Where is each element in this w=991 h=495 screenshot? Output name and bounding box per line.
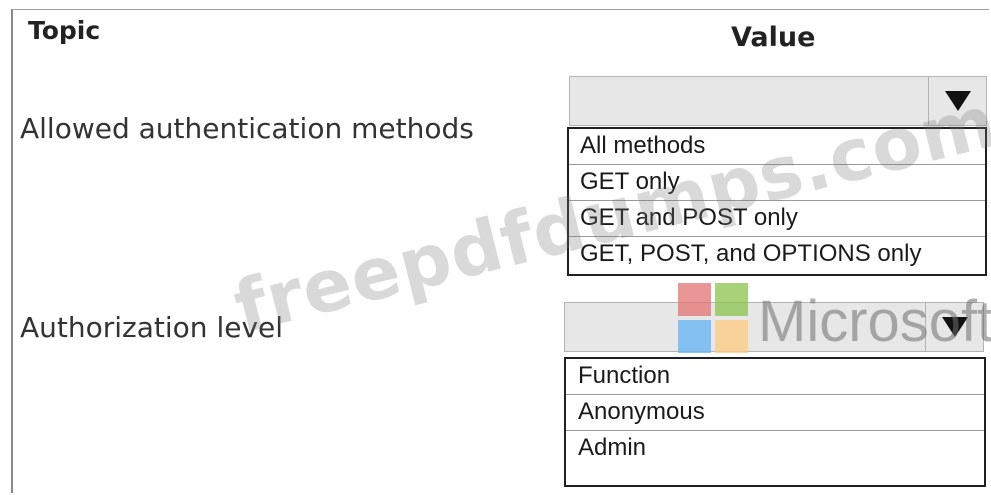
- authentication-methods-dropdown-button[interactable]: [928, 77, 986, 125]
- logo-blue-square: [678, 320, 711, 353]
- authentication-methods-select[interactable]: [569, 76, 987, 126]
- option-get-only[interactable]: GET only: [569, 165, 985, 201]
- logo-green-square: [715, 283, 748, 316]
- option-function[interactable]: Function: [566, 359, 984, 395]
- option-anonymous[interactable]: Anonymous: [566, 395, 984, 431]
- topic-column-header: Topic: [28, 16, 101, 45]
- authorization-level-label: Authorization level: [20, 311, 284, 344]
- option-get-post-options-only[interactable]: GET, POST, and OPTIONS only: [569, 237, 985, 273]
- authorization-level-select[interactable]: [564, 302, 984, 352]
- logo-yellow-square: [715, 320, 748, 353]
- logo-red-square: [678, 283, 711, 316]
- option-get-and-post-only[interactable]: GET and POST only: [569, 201, 985, 237]
- triangle-down-icon: [941, 317, 968, 337]
- authorization-level-dropdown-button[interactable]: [925, 303, 983, 351]
- value-column-header: Value: [731, 22, 816, 53]
- triangle-down-icon: [944, 91, 971, 111]
- authentication-methods-label: Allowed authentication methods: [20, 112, 474, 145]
- microsoft-logo-icon: [678, 283, 748, 353]
- authentication-methods-options-list: All methods GET only GET and POST only G…: [567, 127, 987, 276]
- option-all-methods[interactable]: All methods: [569, 129, 985, 165]
- option-admin[interactable]: Admin: [566, 431, 984, 467]
- authorization-level-options-list: Function Anonymous Admin: [564, 357, 986, 487]
